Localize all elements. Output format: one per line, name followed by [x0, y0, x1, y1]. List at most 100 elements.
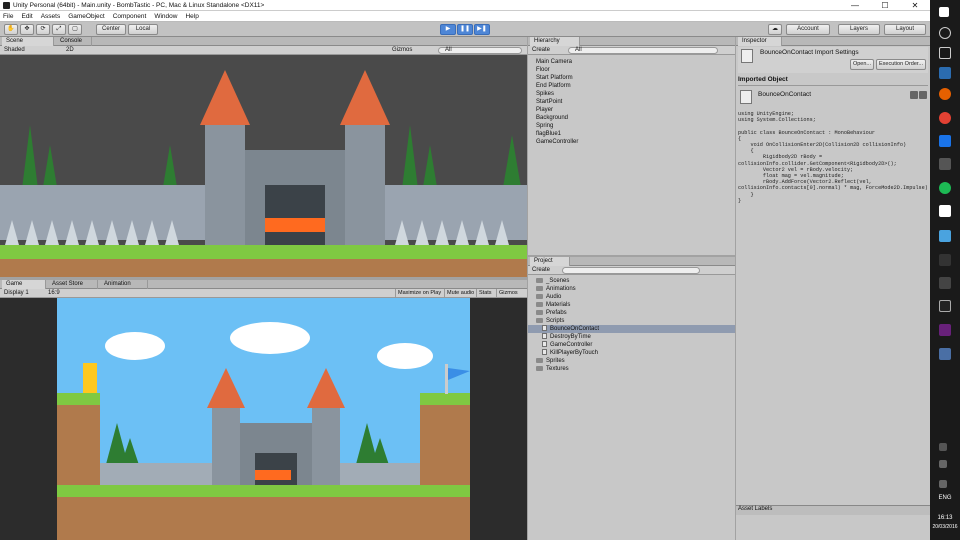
game-gizmos-toggle[interactable]: Gizmos [496, 289, 520, 298]
aspect-dropdown[interactable]: 16:9 [48, 289, 60, 298]
shading-dropdown[interactable]: Shaded [4, 46, 25, 55]
layout-dropdown[interactable]: Layout [884, 24, 926, 35]
stats-toggle[interactable]: Stats [476, 289, 494, 298]
tab-game[interactable]: Game [2, 280, 46, 289]
execution-order-button[interactable]: Execution Order... [876, 59, 926, 70]
firefox-icon[interactable] [939, 88, 951, 100]
maximize-on-play-toggle[interactable]: Maximize on Play [395, 289, 443, 298]
script-item-selected[interactable]: BounceOnContact [528, 325, 735, 333]
asset-name: BounceOnContact [758, 91, 812, 98]
step-button[interactable]: ▶❚ [474, 24, 490, 35]
gear-icon[interactable] [919, 91, 927, 99]
hierarchy-item[interactable]: Floor [536, 66, 550, 74]
clock-time[interactable]: 16:13 [930, 515, 960, 521]
app-icon[interactable] [939, 348, 951, 360]
layers-dropdown[interactable]: Layers [838, 24, 880, 35]
app-icon[interactable] [939, 254, 951, 266]
chevron-up-icon[interactable] [939, 443, 947, 451]
hierarchy-item[interactable]: Background [536, 114, 568, 122]
hierarchy-item[interactable]: flagBlue1 [536, 130, 561, 138]
project-folder[interactable]: Textures [536, 365, 569, 373]
hierarchy-item[interactable]: Player [536, 106, 553, 114]
project-folder[interactable]: Materials [536, 301, 570, 309]
rect-tool-icon[interactable]: ▢ [68, 24, 82, 35]
hand-tool-icon[interactable]: ✋ [4, 24, 18, 35]
close-button[interactable]: ✕ [900, 0, 930, 11]
project-folder-scripts[interactable]: Scripts [536, 317, 564, 325]
menu-assets[interactable]: Assets [41, 13, 61, 20]
pivot-center-toggle[interactable]: Center [96, 24, 126, 35]
space-local-toggle[interactable]: Local [128, 24, 158, 35]
hierarchy-item[interactable]: GameController [536, 138, 578, 146]
tab-scene[interactable]: Scene [2, 37, 54, 46]
hierarchy-item[interactable]: Spring [536, 122, 553, 130]
script-item[interactable]: KillPlayerByTouch [542, 349, 598, 357]
scene-viewport[interactable] [0, 55, 527, 277]
scale-tool-icon[interactable]: ⤢ [52, 24, 66, 35]
task-view-icon[interactable] [939, 47, 951, 59]
tab-hierarchy[interactable]: Hierarchy [530, 37, 580, 46]
account-dropdown[interactable]: Account [786, 24, 830, 35]
mute-audio-toggle[interactable]: Mute audio [444, 289, 476, 298]
move-tool-icon[interactable]: ✥ [20, 24, 34, 35]
menu-help[interactable]: Help [185, 13, 198, 20]
spotify-icon[interactable] [939, 182, 951, 194]
display-dropdown[interactable]: Display 1 [4, 289, 29, 298]
visual-studio-icon[interactable] [939, 324, 951, 336]
hierarchy-item[interactable]: Main Camera [536, 58, 572, 66]
rotate-tool-icon[interactable]: ⟳ [36, 24, 50, 35]
scene-search-input[interactable]: All [438, 47, 522, 54]
app-icon[interactable] [939, 205, 951, 217]
cloud-icon[interactable]: ☁ [768, 24, 782, 35]
mode-2d-toggle[interactable]: 2D [66, 46, 74, 55]
hierarchy-item[interactable]: Spikes [536, 90, 554, 98]
chrome-icon[interactable] [939, 112, 951, 124]
game-viewport[interactable] [0, 298, 527, 540]
store-icon[interactable] [939, 67, 951, 79]
script-item[interactable]: DestroyByTime [542, 333, 591, 341]
menu-file[interactable]: File [3, 13, 13, 20]
unity-icon[interactable] [939, 300, 951, 312]
hierarchy-item[interactable]: End Platform [536, 82, 571, 90]
tab-project[interactable]: Project [530, 257, 570, 266]
minimize-button[interactable]: — [840, 0, 870, 11]
import-settings-title: BounceOnContact Import Settings [760, 49, 859, 56]
script-file-icon [741, 49, 753, 63]
tab-inspector[interactable]: Inspector [738, 37, 782, 46]
menu-edit[interactable]: Edit [21, 13, 32, 20]
menu-window[interactable]: Window [154, 13, 177, 20]
network-icon[interactable] [939, 460, 947, 468]
steam-icon[interactable] [939, 158, 951, 170]
tab-animation[interactable]: Animation [100, 280, 148, 289]
hierarchy-item[interactable]: Start Platform [536, 74, 573, 82]
outlook-icon[interactable] [939, 135, 951, 147]
windows-start-icon[interactable] [939, 7, 949, 17]
project-folder[interactable]: Audio [536, 293, 561, 301]
tab-asset-store[interactable]: Asset Store [48, 280, 98, 289]
notification-icon[interactable] [939, 480, 947, 488]
project-folder[interactable]: Sprites [536, 357, 565, 365]
project-create-button[interactable]: Create [532, 266, 550, 275]
hierarchy-create-button[interactable]: Create [532, 46, 550, 55]
help-icon[interactable] [910, 91, 918, 99]
project-folder[interactable]: _Scenes [536, 277, 569, 285]
script-item[interactable]: GameController [542, 341, 592, 349]
menu-gameobject[interactable]: GameObject [68, 13, 105, 20]
language-indicator[interactable]: ENG [930, 495, 960, 501]
app-icon[interactable] [939, 230, 951, 242]
epic-games-icon[interactable] [939, 277, 951, 289]
project-search-input[interactable] [562, 267, 700, 274]
pause-button[interactable]: ❚❚ [457, 24, 473, 35]
maximize-button[interactable]: ☐ [870, 0, 900, 11]
search-icon[interactable] [939, 27, 951, 39]
clock-date[interactable]: 20/03/2016 [930, 524, 960, 530]
gizmos-dropdown[interactable]: Gizmos [392, 46, 412, 55]
hierarchy-item[interactable]: StartPoint [536, 98, 562, 106]
project-folder[interactable]: Prefabs [536, 309, 567, 317]
hierarchy-search-input[interactable]: All [568, 47, 718, 54]
project-folder[interactable]: Animations [536, 285, 576, 293]
menu-component[interactable]: Component [113, 13, 147, 20]
tab-console[interactable]: Console [56, 37, 92, 46]
open-button[interactable]: Open... [850, 59, 874, 70]
play-button[interactable]: ▶ [440, 24, 456, 35]
